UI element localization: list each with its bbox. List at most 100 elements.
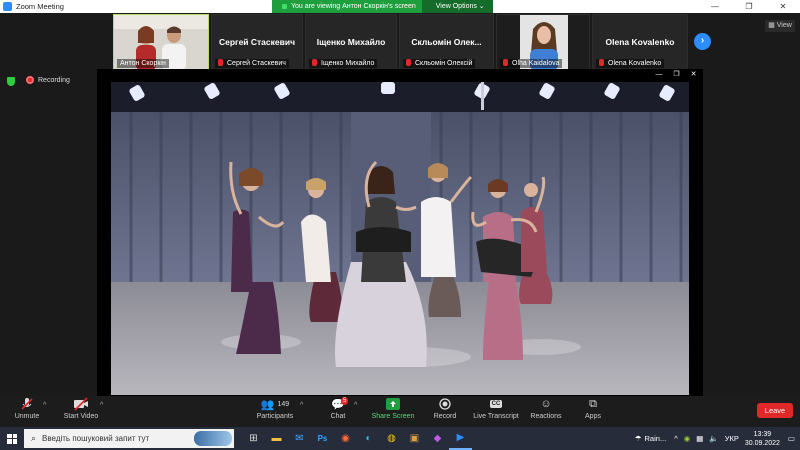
shared-minimize-button[interactable]: —	[655, 70, 662, 80]
apps-icon: ⧉	[589, 397, 597, 410]
participants-button[interactable]: 👥 149 Participants	[252, 396, 298, 427]
mail-icon[interactable]: ✉	[288, 427, 311, 450]
leave-button[interactable]: Leave	[757, 403, 793, 418]
notifications-icon[interactable]: ▭	[788, 434, 795, 443]
dance-video-frame	[111, 82, 689, 395]
browser-icon[interactable]: ◉	[334, 427, 357, 450]
apps-button[interactable]: ⧉ Apps	[578, 396, 608, 427]
share-banner: You are viewing Антон Скоркін's screen V…	[272, 0, 493, 13]
chat-label: Chat	[330, 413, 346, 420]
share-screen-button[interactable]: Share Screen	[368, 396, 418, 427]
view-layout-label: View	[776, 22, 792, 29]
encryption-shield-icon[interactable]	[7, 77, 15, 86]
shared-video-content[interactable]	[111, 82, 689, 395]
shared-close-button[interactable]: ✕	[691, 70, 697, 80]
maximize-button[interactable]: ❐	[732, 0, 766, 13]
participant-tile-3[interactable]: Іщенко Михайло Іщенко Михайло	[305, 14, 397, 70]
shared-maximize-button[interactable]: ❐	[673, 70, 679, 80]
participant-name: Olena Kovalenko	[605, 37, 675, 47]
apps-label: Apps	[585, 413, 601, 420]
file-explorer-icon[interactable]: ▬	[265, 427, 288, 450]
system-tray: ☂ Rain... ^ ◉ ▦ 🔈 УКР 13:39 30.09.2022 ▭	[635, 427, 800, 450]
participant-name-label: Скльомін Олексій	[415, 60, 473, 67]
viewing-screen-message: You are viewing Антон Скоркін's screen	[272, 0, 422, 13]
network-icon[interactable]: ▦	[696, 434, 703, 443]
task-view-icon[interactable]: ⊞	[242, 427, 265, 450]
participant-caption: Olha Kaidalova	[500, 59, 563, 68]
search-icon: ⌕	[31, 433, 37, 443]
window-controls: — ❐ ✕	[698, 0, 800, 13]
participant-name-label: Сергей Стаскевич	[227, 60, 286, 67]
audio-options-caret-icon[interactable]: ^	[43, 402, 46, 409]
windows-logo-icon	[7, 433, 17, 444]
participants-caret-icon[interactable]: ^	[300, 402, 303, 409]
shared-window-controls: — ❐ ✕	[650, 70, 702, 80]
participant-caption: Іщенко Михайло	[309, 59, 378, 68]
recording-dot-icon	[26, 76, 34, 84]
participant-name-label: Olha Kaidalova	[512, 60, 560, 67]
start-video-label: Start Video	[63, 413, 99, 420]
grid-icon: ▦	[768, 22, 777, 29]
unmute-label: Unmute	[14, 413, 40, 420]
record-label: Record	[433, 413, 457, 420]
share-screen-label: Share Screen	[371, 413, 415, 420]
chat-icon: 💬	[331, 398, 345, 411]
tray-app-icon[interactable]: ◉	[684, 434, 691, 443]
participant-tile-video-5[interactable]: Olha Kaidalova	[496, 14, 590, 70]
chrome-icon[interactable]: ◍	[380, 427, 403, 450]
participant-tile-6[interactable]: Olena Kovalenko Olena Kovalenko	[592, 14, 688, 70]
start-video-button[interactable]: Start Video	[60, 396, 102, 427]
participant-caption: Скльомін Олексій	[403, 59, 476, 68]
zoom-taskbar-icon[interactable]: ▶	[449, 427, 472, 450]
close-button[interactable]: ✕	[766, 0, 800, 13]
unmute-button[interactable]: Unmute	[8, 396, 46, 427]
taskbar-search-box[interactable]: ⌕ Введіть пошуковий запит тут	[24, 429, 234, 448]
participant-name-label: Olena Kovalenko	[608, 60, 662, 67]
edge-icon[interactable]: ◐	[357, 427, 380, 450]
record-button[interactable]: Record	[428, 396, 462, 427]
next-participants-button[interactable]: ›	[694, 33, 711, 50]
windows-taskbar: ⌕ Введіть пошуковий запит тут ⊞ ▬ ✉ Ps ◉…	[0, 427, 800, 450]
muted-mic-icon	[312, 59, 317, 66]
view-options-button[interactable]: View Options ⌄	[421, 0, 493, 13]
recording-label: Recording	[38, 76, 70, 84]
speaker-icon[interactable]: 🔈	[709, 434, 718, 443]
minimize-button[interactable]: —	[698, 0, 732, 13]
live-transcript-label: Live Transcript	[473, 413, 519, 420]
share-indicator-icon	[282, 3, 287, 9]
participants-count: 149	[277, 400, 290, 408]
photoshop-icon[interactable]: Ps	[311, 427, 334, 450]
muted-mic-icon	[503, 59, 508, 66]
taskbar-pinned-apps: ⊞ ▬ ✉ Ps ◉ ◐ ◍ ▣ ◆ ▶	[242, 427, 472, 450]
paint-icon[interactable]: ◆	[426, 427, 449, 450]
keyboard-language[interactable]: УКР	[725, 434, 739, 443]
participant-name-label: Антон Скоркін	[120, 60, 166, 67]
muted-mic-icon	[218, 59, 223, 66]
record-icon	[428, 396, 462, 412]
participant-tile-4[interactable]: Скльомін Олек... Скльомін Олексій	[399, 14, 494, 70]
participant-caption: Сергей Стаскевич	[215, 59, 289, 68]
chat-button[interactable]: 💬 5 Chat	[322, 396, 354, 427]
recording-indicator[interactable]: Recording	[26, 76, 70, 84]
view-layout-button[interactable]: ▦ View	[765, 20, 795, 32]
video-options-caret-icon[interactable]: ^	[100, 402, 103, 409]
live-transcript-button[interactable]: CC Live Transcript	[470, 396, 522, 427]
meeting-toolbar: Unmute ^ Start Video ^ 👥 149 Participants…	[0, 396, 800, 427]
participant-name: Скльомін Олек...	[411, 37, 482, 47]
smiley-icon: ☺	[540, 398, 552, 410]
reactions-button[interactable]: ☺ Reactions	[527, 396, 565, 427]
chat-caret-icon[interactable]: ^	[354, 402, 357, 409]
participant-tile-2[interactable]: Сергей Стаскевич Сергей Стаскевич	[211, 14, 303, 70]
gallery-icon[interactable]: ▣	[403, 427, 426, 450]
clock-date: 30.09.2022	[744, 439, 780, 447]
weather-label[interactable]: Rain...	[645, 434, 667, 443]
participants-icon: 👥 149	[260, 398, 290, 411]
participant-tile-video-1[interactable]: Антон Скоркін	[113, 14, 209, 70]
show-hidden-icons-icon[interactable]: ^	[674, 434, 678, 443]
system-clock[interactable]: 13:39 30.09.2022	[745, 430, 780, 448]
taskbar-search-placeholder: Введіть пошуковий запит тут	[42, 434, 150, 443]
start-button[interactable]	[0, 427, 24, 450]
clock-time: 13:39	[753, 430, 772, 438]
muted-mic-icon	[406, 59, 411, 66]
reactions-label: Reactions	[530, 413, 562, 420]
